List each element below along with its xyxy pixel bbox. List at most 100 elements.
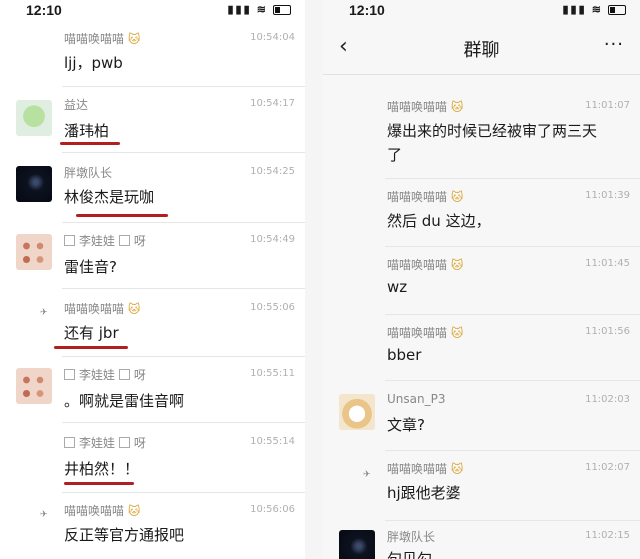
message-time: 11:01:45 xyxy=(585,258,630,269)
divider xyxy=(385,450,640,451)
message-time: 11:02:15 xyxy=(585,530,630,541)
message-item[interactable]: 益达 10:54:17 潘玮柏 xyxy=(0,86,305,152)
message-time: 11:01:07 xyxy=(585,100,630,111)
message-item[interactable]: 喵喵唤喵喵 🐱 11:01:56 bber xyxy=(323,314,640,380)
checkbox-icon xyxy=(64,437,75,448)
message-time: 10:55:11 xyxy=(250,368,295,379)
divider xyxy=(385,178,640,179)
status-time: 12:10 xyxy=(349,2,385,18)
message-item[interactable]: 喵喵唤喵喵 🐱 11:01:45 wz xyxy=(323,246,640,314)
message-item[interactable]: 胖墩队长 11:02:15 句贝勾 xyxy=(323,520,640,559)
sender-name: 喵喵唤喵喵 🐱 xyxy=(387,190,464,204)
sender-name: 益达 xyxy=(64,98,89,112)
checkbox-icon xyxy=(64,369,75,380)
message-time: 11:01:39 xyxy=(585,190,630,201)
cat-icon: 🐱 xyxy=(127,302,141,316)
divider xyxy=(385,380,640,381)
divider xyxy=(385,314,640,315)
avatar[interactable] xyxy=(339,394,375,430)
cat-icon: 🐱 xyxy=(450,462,464,476)
divider xyxy=(62,152,305,153)
status-time: 12:10 xyxy=(26,2,62,18)
checkbox-icon xyxy=(118,235,130,246)
divider xyxy=(62,492,305,493)
message-text: 句贝勾 xyxy=(387,550,433,559)
sender-name: 李娃娃 呀 xyxy=(64,232,146,249)
cat-icon: 🐱 xyxy=(450,326,464,340)
sender-name: 喵喵唤喵喵 🐱 xyxy=(387,258,464,272)
message-item[interactable]: Unsan_P3 11:02:03 文章? xyxy=(323,380,640,450)
cat-icon: 🐱 xyxy=(127,504,141,518)
page-title: 群聊 xyxy=(463,40,500,61)
left-chat-screen: 12:10 ▮▮▮ ≋ 喵喵唤喵喵 🐱 10:54:04 ljj，pwb 益达 … xyxy=(0,0,305,559)
message-text: hj跟他老婆 xyxy=(387,484,461,502)
message-text: 然后 du 这边， xyxy=(387,212,491,230)
sender-name: 胖墩队长 xyxy=(387,530,436,544)
highlight-underline xyxy=(54,346,128,349)
message-text: 林俊杰是玩咖 xyxy=(64,188,155,206)
message-time: 10:54:25 xyxy=(250,166,295,177)
sender-name: 喵喵唤喵喵 🐱 xyxy=(387,326,464,340)
message-text: 还有 jbr xyxy=(64,324,119,342)
message-item[interactable]: 喵喵唤喵喵 🐱 10:54:04 ljj，pwb xyxy=(0,24,305,86)
sender-name: Unsan_P3 xyxy=(387,392,446,406)
avatar[interactable] xyxy=(16,166,52,202)
battery-icon xyxy=(273,5,291,16)
sender-name: 李娃娃 呀 xyxy=(64,434,146,451)
message-time: 10:56:06 xyxy=(250,504,295,515)
message-item[interactable]: ✈ 喵喵唤喵喵 🐱 10:55:06 还有 jbr xyxy=(0,288,305,356)
message-text: wz xyxy=(387,278,408,296)
avatar[interactable]: ✈ xyxy=(40,510,48,520)
message-time: 10:55:14 xyxy=(250,436,295,447)
message-item[interactable]: 李娃娃 呀 10:54:49 雷佳音? xyxy=(0,222,305,288)
highlight-underline xyxy=(64,482,134,485)
checkbox-icon xyxy=(64,235,75,246)
cat-icon: 🐱 xyxy=(450,190,464,204)
status-icons: ▮▮▮ ≋ xyxy=(227,3,291,16)
message-time: 10:54:49 xyxy=(250,234,295,245)
cat-icon: 🐱 xyxy=(127,32,141,46)
battery-icon xyxy=(608,5,626,16)
cat-icon: 🐱 xyxy=(450,100,464,114)
avatar[interactable] xyxy=(16,368,52,404)
sender-name: 李娃娃 呀 xyxy=(64,366,146,383)
divider xyxy=(62,86,305,87)
message-text: 了 xyxy=(387,146,403,164)
message-time: 11:02:07 xyxy=(585,462,630,473)
avatar[interactable] xyxy=(339,530,375,559)
message-text: 反正等官方通报吧 xyxy=(64,526,185,544)
message-time: 10:54:04 xyxy=(250,32,295,43)
message-item[interactable]: 喵喵唤喵喵 🐱 11:01:39 然后 du 这边， xyxy=(323,178,640,246)
cat-icon: 🐱 xyxy=(450,258,464,272)
more-icon[interactable]: ··· xyxy=(604,34,624,55)
message-item[interactable]: 李娃娃 呀 10:55:14 井柏然！！ xyxy=(0,422,305,492)
wifi-icon: ≋ xyxy=(591,4,603,16)
panel-gap xyxy=(305,0,323,559)
message-item[interactable]: 喵喵唤喵喵 🐱 11:01:07 爆出来的时候已经被审了两三天 了 xyxy=(323,92,640,178)
message-item[interactable]: ✈ 喵喵唤喵喵 🐱 11:02:07 hj跟他老婆 xyxy=(323,450,640,520)
signal-icon: ▮▮▮ xyxy=(562,4,587,16)
avatar[interactable] xyxy=(16,100,52,136)
avatar[interactable]: ✈ xyxy=(363,470,371,480)
message-time: 10:55:06 xyxy=(250,302,295,313)
checkbox-icon xyxy=(118,437,130,448)
message-time: 11:01:56 xyxy=(585,326,630,337)
message-text: 爆出来的时候已经被审了两三天 xyxy=(387,122,598,140)
avatar[interactable] xyxy=(16,234,52,270)
divider xyxy=(62,422,305,423)
avatar[interactable]: ✈ xyxy=(40,308,48,318)
status-bar: 12:10 ▮▮▮ ≋ xyxy=(323,0,640,22)
message-item[interactable]: 胖墩队长 10:54:25 林俊杰是玩咖 xyxy=(0,152,305,222)
message-text: 。啊就是雷佳音啊 xyxy=(64,392,185,410)
message-item[interactable]: 李娃娃 呀 10:55:11 。啊就是雷佳音啊 xyxy=(0,356,305,422)
message-time: 10:54:17 xyxy=(250,98,295,109)
message-item[interactable]: ✈ 喵喵唤喵喵 🐱 10:56:06 反正等官方通报吧 xyxy=(0,492,305,559)
highlight-underline xyxy=(60,142,120,145)
divider xyxy=(62,222,305,223)
message-time: 11:02:03 xyxy=(585,394,630,405)
divider xyxy=(62,356,305,357)
message-text: ljj，pwb xyxy=(64,54,123,72)
message-text: 雷佳音? xyxy=(64,258,117,276)
checkbox-icon xyxy=(118,369,130,380)
sender-name: 喵喵唤喵喵 🐱 xyxy=(387,100,464,114)
